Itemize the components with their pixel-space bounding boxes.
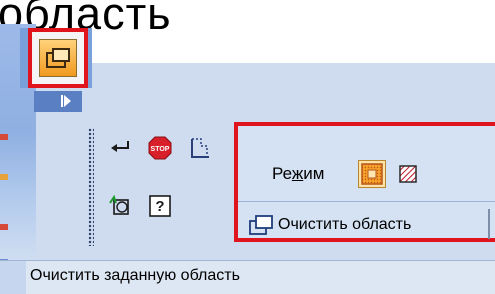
chevron-right-icon xyxy=(64,95,71,107)
enter-arrow-icon[interactable] xyxy=(108,136,132,160)
svg-text:?: ? xyxy=(155,198,164,215)
svg-text:STOP: STOP xyxy=(151,146,170,153)
status-bar: Очистить заданную область xyxy=(0,260,495,294)
clear-area-button[interactable]: Очистить область xyxy=(248,209,490,239)
panel-expand-toggle[interactable] xyxy=(34,91,82,112)
status-left-band xyxy=(0,261,26,294)
panel-separator xyxy=(238,201,495,202)
help-icon[interactable]: ? xyxy=(148,194,172,218)
stop-icon[interactable]: STOP xyxy=(148,136,172,160)
panel-top-border xyxy=(36,60,495,63)
clear-area-label: Очистить область xyxy=(278,216,412,233)
clear-area-icon xyxy=(249,215,273,235)
edge-marker xyxy=(0,224,8,230)
clear-area-icon xyxy=(39,39,77,77)
mode-label: Режим xyxy=(272,164,325,183)
status-text: Очистить заданную область xyxy=(30,267,240,284)
select-area-icon[interactable] xyxy=(188,136,212,160)
edge-marker xyxy=(0,134,8,140)
toolbar-grip[interactable] xyxy=(88,128,94,246)
expand-bar xyxy=(61,95,63,107)
clear-area-header-button[interactable] xyxy=(28,28,88,88)
mode-property-panel: Режим Очистить область xyxy=(234,122,495,242)
filled-area-icon xyxy=(361,163,383,185)
hatched-area-icon xyxy=(399,165,417,183)
tab-edge xyxy=(488,209,490,239)
rotate-view-icon[interactable] xyxy=(108,194,132,218)
mode-fill-area-button[interactable] xyxy=(358,160,386,188)
mode-hatch-area-button[interactable] xyxy=(394,160,422,188)
edge-marker xyxy=(0,174,8,180)
